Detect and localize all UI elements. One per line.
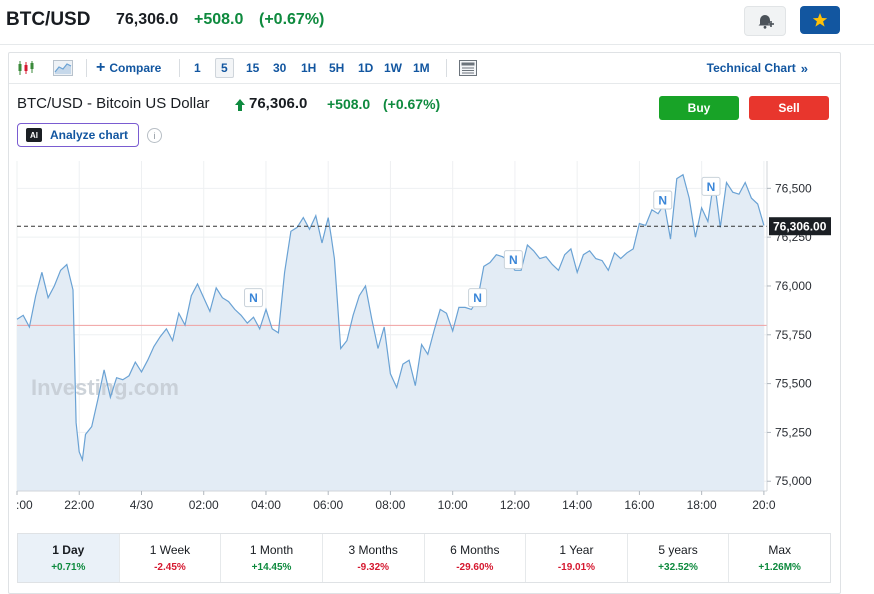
- compare-label: Compare: [109, 61, 162, 75]
- chart-toolbar: + Compare 1 5 15 30 1H 5H 1D 1W 1M Techn…: [9, 53, 840, 84]
- interval-30[interactable]: 30: [273, 53, 286, 83]
- area-chart-icon: [53, 60, 73, 76]
- news-marker-label: N: [707, 180, 716, 194]
- technical-chart-label: Technical Chart: [706, 61, 796, 75]
- toolbar-divider: [446, 59, 447, 77]
- chart-panel: + Compare 1 5 15 30 1H 5H 1D 1W 1M Techn…: [8, 52, 841, 594]
- symbol-title: BTC/USD: [6, 9, 91, 30]
- x-tick-label: 20:0: [752, 498, 776, 512]
- period-tab-1-month[interactable]: 1 Month +14.45%: [221, 534, 323, 582]
- area-chart-button[interactable]: [53, 53, 73, 83]
- interval-1d[interactable]: 1D: [358, 53, 373, 83]
- period-change: -19.01%: [557, 562, 596, 573]
- plus-icon: +: [96, 59, 106, 76]
- period-tab-6-months[interactable]: 6 Months -29.60%: [425, 534, 527, 582]
- last-price: 76,306.0: [116, 11, 179, 28]
- period-label: 1 Day: [52, 543, 85, 557]
- x-tick-label: 22:00: [64, 498, 94, 512]
- period-change: -29.60%: [456, 562, 494, 573]
- interval-5[interactable]: 5: [215, 53, 234, 83]
- chart-price: 76,306.0: [249, 95, 308, 112]
- period-change: +14.45%: [251, 562, 292, 573]
- period-change: -9.32%: [357, 562, 390, 573]
- period-label: 1 Week: [149, 543, 191, 557]
- period-change: +32.52%: [658, 562, 698, 573]
- x-tick-label: 06:00: [313, 498, 343, 512]
- candlestick-icon: [18, 61, 34, 75]
- double-chevron-right-icon: »: [800, 60, 808, 76]
- period-label: 6 Months: [450, 543, 500, 557]
- bell-plus-icon: [758, 15, 774, 29]
- ai-chat-icon: AI: [26, 128, 42, 142]
- y-tick-label: 75,750: [775, 328, 812, 342]
- period-tab-max[interactable]: Max +1.26M%: [729, 534, 830, 582]
- watchlist-star-button[interactable]: [800, 6, 840, 34]
- alert-button[interactable]: [744, 6, 786, 36]
- period-tab-1-week[interactable]: 1 Week -2.45%: [120, 534, 222, 582]
- interval-1w[interactable]: 1W: [384, 53, 402, 83]
- price-chart[interactable]: Investing.com 75,000 75,250 75,500 75,750 76,…: [9, 153, 840, 527]
- chart-title: BTC/USD - Bitcoin US Dollar: [17, 95, 210, 112]
- analyze-chart-label: Analyze chart: [50, 128, 129, 142]
- x-tick-label: 04:00: [251, 498, 281, 512]
- y-tick-label: 75,000: [775, 474, 812, 488]
- investing-watermark: Investing.com: [31, 375, 179, 400]
- interval-5-label: 5: [215, 58, 234, 78]
- x-tick-label: 02:00: [189, 498, 219, 512]
- up-arrow-icon: [235, 99, 245, 111]
- y-tick-label: 76,500: [775, 181, 812, 195]
- interval-1h[interactable]: 1H: [301, 53, 316, 83]
- x-tick-label: 14:00: [562, 498, 592, 512]
- price-change: +508.0: [194, 11, 244, 28]
- chart-change-percent: (+0.67%): [383, 96, 441, 112]
- x-tick-label: 16:00: [624, 498, 654, 512]
- news-marker-label: N: [473, 291, 482, 305]
- period-tab-1-year[interactable]: 1 Year -19.01%: [526, 534, 628, 582]
- interval-1m[interactable]: 1M: [413, 53, 430, 83]
- technical-chart-link[interactable]: Technical Chart »: [707, 53, 808, 83]
- period-tab-5-years[interactable]: 5 years +32.52%: [628, 534, 730, 582]
- period-change: +1.26M%: [758, 562, 801, 573]
- news-marker-label: N: [658, 194, 667, 208]
- period-change: +0.71%: [51, 562, 86, 573]
- buy-button[interactable]: Buy: [659, 96, 739, 120]
- period-label: Max: [768, 543, 792, 557]
- period-label: 1 Year: [559, 543, 594, 557]
- period-performance-bar: 1 Day +0.71% 1 Week -2.45% 1 Month +14.45% 3 M…: [17, 533, 831, 583]
- analyze-chart-button[interactable]: AI Analyze chart: [17, 123, 139, 147]
- period-label: 3 Months: [348, 543, 398, 557]
- x-tick-label: 12:00: [500, 498, 530, 512]
- y-tick-label: 75,500: [775, 377, 812, 391]
- x-tick-label: 08:00: [375, 498, 405, 512]
- toolbar-divider: [86, 59, 87, 77]
- x-tick-label: 18:00: [687, 498, 717, 512]
- chart-change: +508.0: [327, 96, 371, 112]
- sell-button[interactable]: Sell: [749, 96, 829, 120]
- period-change: -2.45%: [154, 562, 186, 573]
- y-tick-label: 75,250: [775, 425, 812, 439]
- interval-1[interactable]: 1: [194, 53, 201, 83]
- price-change-percent: (+0.67%): [259, 11, 325, 28]
- info-icon[interactable]: i: [147, 128, 162, 143]
- candlestick-button[interactable]: [17, 53, 35, 83]
- toolbar-divider: [179, 59, 180, 77]
- layout-button[interactable]: [459, 53, 477, 83]
- period-label: 5 years: [658, 543, 698, 557]
- x-tick-label: :00: [16, 498, 33, 512]
- period-tab-3-months[interactable]: 3 Months -9.32%: [323, 534, 425, 582]
- layout-icon: [459, 60, 477, 76]
- interval-5h[interactable]: 5H: [329, 53, 344, 83]
- interval-15[interactable]: 15: [246, 53, 259, 83]
- compare-button[interactable]: + Compare: [96, 53, 161, 83]
- x-tick-label: 10:00: [438, 498, 468, 512]
- x-tick-label: 4/30: [130, 498, 154, 512]
- quote-header: BTC/USD 76,306.0 +508.0 (+0.67%): [0, 0, 874, 45]
- period-label: 1 Month: [249, 543, 294, 557]
- star-icon: [812, 13, 828, 27]
- y-tick-label: 76,000: [775, 279, 812, 293]
- period-tab-1-day[interactable]: 1 Day +0.71%: [18, 534, 120, 582]
- news-marker-label: N: [509, 253, 518, 267]
- news-marker-label: N: [249, 291, 258, 305]
- current-price-label: 76,306.00: [773, 220, 827, 234]
